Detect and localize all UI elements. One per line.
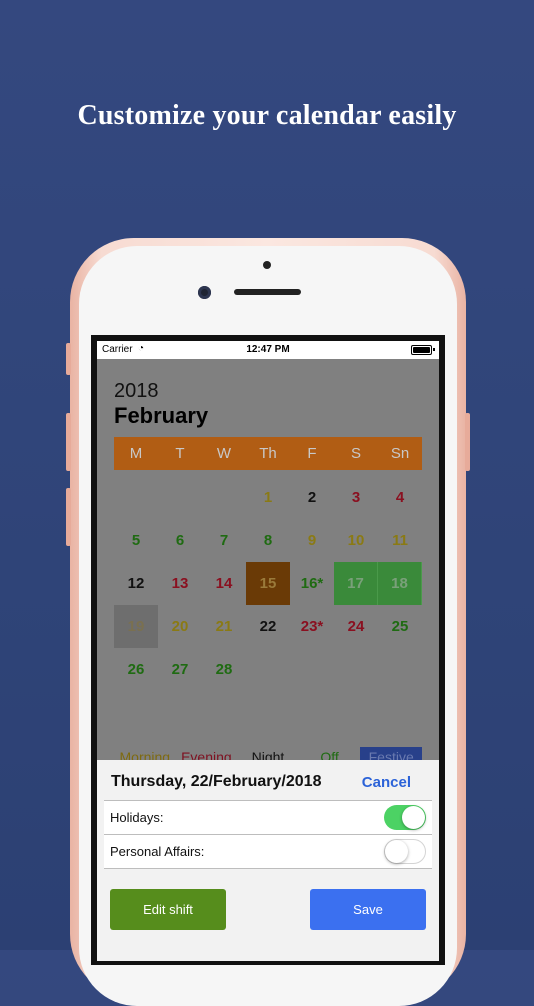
day-detail-sheet: Thursday, 22/February/2018 Cancel Holida… [97,760,439,961]
divider [104,868,432,869]
personal-affairs-row: Personal Affairs: [104,835,432,868]
proximity-sensor [263,261,271,269]
calendar-day-cell[interactable]: 8 [246,519,290,562]
calendar-day-cell[interactable]: 3 [334,476,378,519]
shift-legend: Morning Evening Night Off Festive [114,747,422,765]
headline: Customize your calendar easily [77,100,457,131]
calendar-week-row: 19 20 21 22 23* 24 25 [114,605,422,648]
calendar-day-cell[interactable]: 1 [246,476,290,519]
calendar-day-cell[interactable]: 21 [202,605,246,648]
calendar-day-cell[interactable]: 7 [202,519,246,562]
personal-affairs-toggle[interactable] [384,839,426,864]
app-screen: Carrier ◔ 12:47 PM 2018 February M T W T… [97,341,439,961]
selected-date-title: Thursday, 22/February/2018 [111,773,322,790]
calendar-day-cell[interactable]: 6 [158,519,202,562]
calendar-week-row: 1234 [114,476,422,519]
legend-off: Off [320,749,339,765]
personal-affairs-label: Personal Affairs: [110,844,205,859]
calendar-day-cell[interactable]: 14 [202,562,246,605]
calendar-day-cell[interactable]: 26 [114,648,158,691]
calendar-year: 2018 [114,380,159,402]
front-camera-icon [198,286,211,299]
legend-evening: Evening [181,749,232,765]
calendar-day-cell[interactable]: 19 [114,605,158,648]
legend-festive: Festive [360,747,422,765]
holidays-label: Holidays: [110,810,164,825]
weekday-header: M T W Th F S Sn [114,437,422,470]
toggle-knob [402,806,425,829]
calendar-grid: 1 2 3 4 5 6 7 8 9 10 11 12 13 14 15 16* 17 18 19 20 21 22 23* 2… [114,476,422,691]
calendar-empty-cell [378,648,422,691]
calendar-day-cell[interactable]: 20 [158,605,202,648]
weekday-label: Th [259,445,277,462]
calendar-day-cell[interactable]: 2 [290,476,334,519]
calendar-week-row: 12 13 14 15 16* 17 18 [114,562,422,605]
calendar-empty-cell [334,648,378,691]
weekday-label: S [350,445,361,462]
calendar-day-cell[interactable]: 5 [114,519,158,562]
weekday-label: Sn [390,445,410,462]
calendar-empty-cell [158,476,202,519]
weekday-label: M [129,445,143,462]
save-button[interactable]: Save [310,889,426,930]
calendar-day-cell[interactable]: 18 [378,562,422,605]
calendar-week-row: 26 27 28 [114,648,422,691]
edit-shift-button[interactable]: Edit shift [110,889,226,930]
calendar-day-cell[interactable]: 28 [202,648,246,691]
calendar-week-row: 5 6 7 8 9 10 11 [114,519,422,562]
calendar-day-cell[interactable]: 11 [378,519,422,562]
battery-icon [411,345,432,355]
calendar-empty-cell [114,476,158,519]
toggle-knob [385,840,408,863]
cancel-button[interactable]: Cancel [362,774,411,791]
weekday-label: W [216,445,232,462]
calendar-day-cell[interactable]: 27 [158,648,202,691]
earpiece-speaker [234,289,301,295]
calendar-day-cell[interactable]: 16* [290,562,334,605]
holidays-toggle[interactable] [384,805,426,830]
calendar-day-cell[interactable]: 24 [334,605,378,648]
calendar-empty-cell [202,476,246,519]
calendar-empty-cell [290,648,334,691]
legend-morning: Morning [119,749,171,765]
calendar-day-cell[interactable]: 9 [290,519,334,562]
volume-up-button [66,413,71,471]
holidays-row: Holidays: [104,801,432,834]
calendar-empty-cell [246,648,290,691]
legend-night: Night [251,749,285,765]
weekday-label: T [175,445,185,462]
status-time: 12:47 PM [246,344,290,355]
calendar-day-cell[interactable]: 10 [334,519,378,562]
mute-switch [66,343,71,375]
status-bar: Carrier ◔ 12:47 PM [97,341,439,359]
weekday-label: F [307,445,317,462]
calendar-day-cell[interactable]: 15 [246,562,290,605]
power-button [465,413,470,471]
calendar-day-cell[interactable]: 22 [246,605,290,648]
calendar-day-cell[interactable]: 13 [158,562,202,605]
calendar-day-cell[interactable]: 23* [290,605,334,648]
battery-tip [433,348,435,351]
volume-down-button [66,488,71,546]
calendar-day-cell[interactable]: 4 [378,476,422,519]
calendar-day-cell[interactable]: 25 [378,605,422,648]
calendar-day-cell[interactable]: 17 [334,562,378,605]
calendar-month: February [114,403,209,428]
calendar-day-cell[interactable]: 12 [114,562,158,605]
